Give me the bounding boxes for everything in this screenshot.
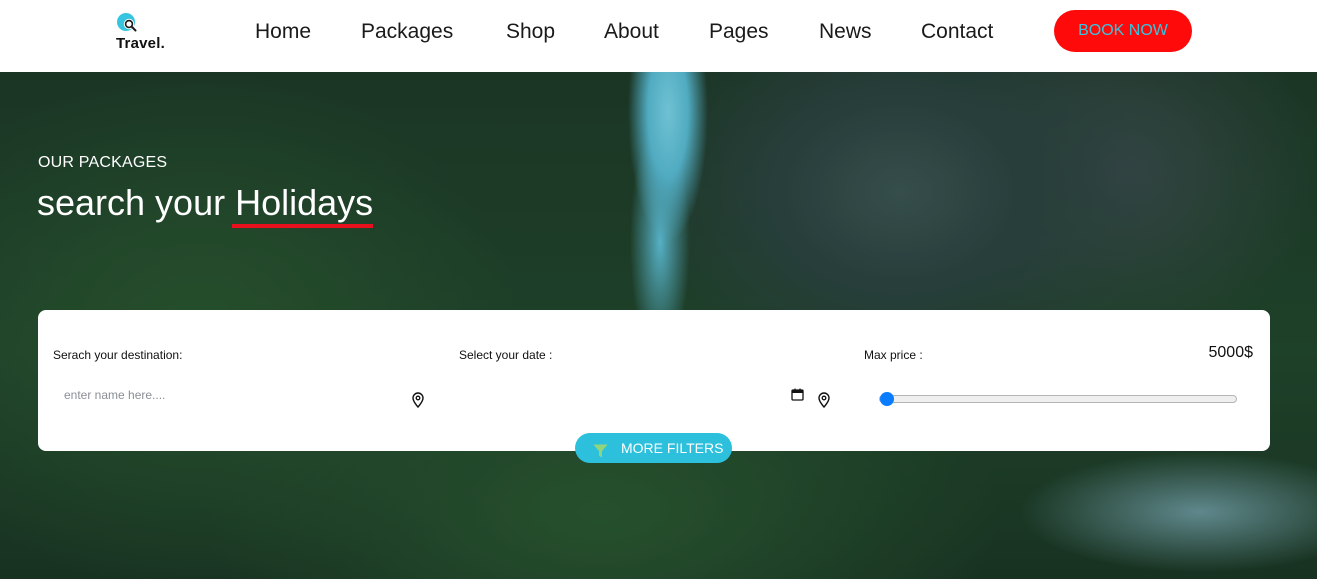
nav-shop[interactable]: Shop [506, 20, 555, 44]
brand-logo[interactable]: Travel. [116, 12, 186, 56]
hero-title-highlight: Holidays [232, 182, 374, 228]
nav-home[interactable]: Home [255, 20, 311, 44]
nav-pages[interactable]: Pages [709, 20, 769, 44]
calendar-icon[interactable] [791, 388, 804, 401]
max-price-label: Max price : [864, 348, 923, 362]
hero-title: search your Holidays [37, 182, 374, 228]
book-now-button[interactable]: BOOK NOW [1054, 10, 1192, 52]
nav-about[interactable]: About [604, 20, 659, 44]
date-label: Select your date : [459, 348, 553, 362]
more-filters-button[interactable]: MORE FILTERS [575, 433, 732, 463]
date-input[interactable] [458, 382, 808, 410]
max-price-slider[interactable] [879, 390, 1237, 408]
brand-name: Travel. [116, 35, 165, 52]
nav-packages[interactable]: Packages [361, 20, 453, 44]
hero-subtitle: OUR PACKAGES [38, 154, 168, 171]
max-price-value: 5000$ [1208, 344, 1254, 361]
destination-input[interactable] [64, 380, 424, 410]
slider-thumb[interactable] [880, 392, 894, 406]
map-pin-icon[interactable] [411, 392, 425, 408]
search-globe-icon [117, 13, 137, 32]
filter-icon [593, 444, 608, 458]
map-pin-icon[interactable] [817, 392, 831, 408]
top-navbar: Travel. Home Packages Shop About Pages N… [0, 0, 1317, 72]
hero-section: OUR PACKAGES search your Holidays Serach… [0, 72, 1317, 579]
search-panel: Serach your destination: Select your dat… [38, 310, 1270, 451]
nav-news[interactable]: News [819, 20, 872, 44]
more-filters-label: MORE FILTERS [621, 440, 724, 456]
hero-title-prefix: search your [37, 182, 226, 223]
nav-contact[interactable]: Contact [921, 20, 993, 44]
destination-label: Serach your destination: [53, 348, 183, 362]
slider-track [879, 395, 1237, 403]
